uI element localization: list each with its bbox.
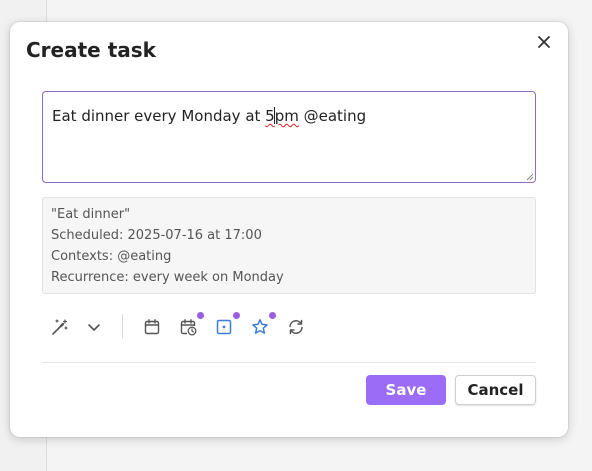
- task-input-text: Eat dinner every Monday at 5pm @eating: [52, 107, 366, 125]
- dialog-title: Create task: [26, 38, 156, 62]
- close-button[interactable]: [534, 32, 554, 52]
- priority-set-badge: [269, 312, 276, 319]
- calendar-clock-icon: [180, 319, 197, 336]
- repeat-icon: [289, 319, 303, 335]
- task-input[interactable]: Eat dinner every Monday at 5pm @eating: [42, 91, 536, 183]
- create-task-dialog: Create task Eat dinner every Monday at 5…: [10, 22, 568, 437]
- task-toolbar: [42, 312, 536, 341]
- preview-title-line: "Eat dinner": [51, 207, 131, 222]
- spellcheck-mark: pm: [274, 107, 299, 125]
- chevron-down-icon: [88, 324, 100, 331]
- cancel-button[interactable]: Cancel: [455, 375, 536, 405]
- context-square-icon: [216, 319, 232, 335]
- star-icon: [252, 319, 268, 334]
- more-options-dropdown[interactable]: [82, 315, 106, 339]
- preview-scheduled-line: Scheduled: 2025-07-16 at 17:00: [51, 228, 262, 243]
- calendar-icon: [144, 319, 160, 335]
- preview-contexts-line: Contexts: @eating: [51, 249, 172, 264]
- task-text-before-caret: Eat dinner every Monday at 5: [52, 107, 275, 125]
- magic-wand-icon: [52, 319, 68, 335]
- task-text-after-caret: pm @eating: [274, 107, 367, 125]
- preview-recurrence-line: Recurrence: every week on Monday: [51, 270, 284, 285]
- scheduled-date-button[interactable]: [176, 312, 204, 339]
- context-button[interactable]: [212, 312, 240, 339]
- resize-grip-icon[interactable]: [526, 173, 534, 181]
- due-date-button[interactable]: [140, 315, 164, 339]
- footer-divider: [42, 362, 536, 363]
- save-button[interactable]: Save: [366, 375, 446, 405]
- close-icon: [538, 36, 550, 48]
- priority-button[interactable]: [248, 312, 276, 339]
- toolbar-separator: [122, 314, 123, 338]
- scheduled-set-badge: [197, 312, 204, 319]
- parsed-preview: "Eat dinner" Scheduled: 2025-07-16 at 17…: [42, 197, 536, 294]
- recurrence-button[interactable]: [284, 315, 308, 339]
- context-set-badge: [233, 312, 240, 319]
- magic-wand-button[interactable]: [48, 315, 72, 339]
